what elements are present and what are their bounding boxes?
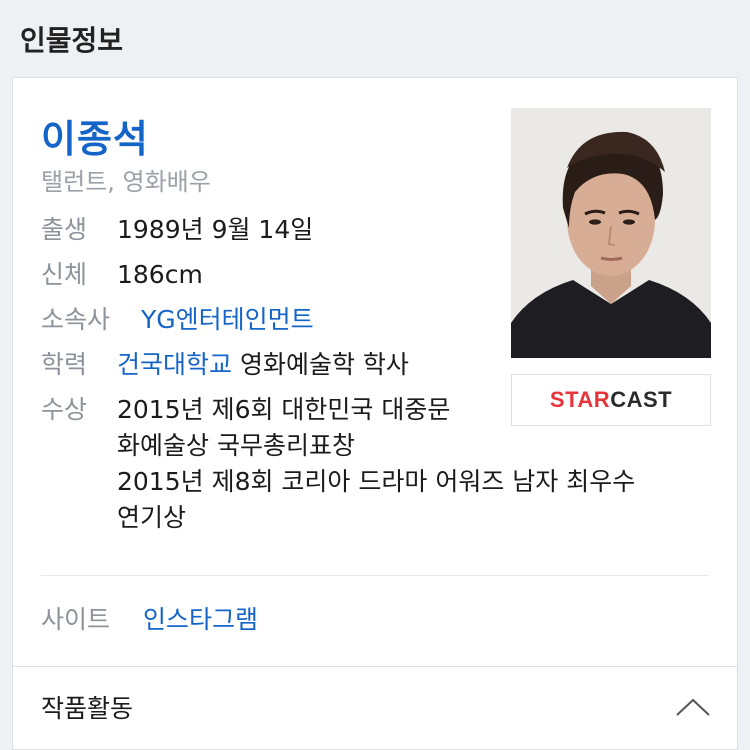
profile-photo-image [511,108,711,358]
award-line: 화예술상 국무총리표창 [117,431,355,460]
agency-link[interactable]: YG엔터테인먼트 [141,302,314,338]
awards-label: 수상 [41,395,88,424]
starcast-link[interactable]: STAR CAST [511,374,711,426]
education-detail: 영화예술학 학사 [239,350,409,379]
divider [41,575,709,576]
instagram-link[interactable]: 인스타그램 [143,602,258,638]
award-line: 2015년 제8회 코리아 드라마 어워즈 남자 최우수 [117,467,636,496]
person-occupation: 탤런트, 영화배우 [41,168,211,196]
body-row: 신체 186cm [41,257,203,293]
award-line: 연기상 [117,503,187,532]
site-row: 사이트 인스타그램 [41,602,258,638]
education-row: 학력 건국대학교 영화예술학 학사 [41,347,409,383]
birth-row: 출생 1989년 9월 14일 [41,212,313,248]
school-link[interactable]: 건국대학교 [117,350,232,379]
birth-value: 1989년 9월 14일 [117,215,314,244]
agency-row: 소속사 YG엔터테인먼트 [41,302,314,338]
chevron-up-icon[interactable] [675,697,711,717]
birth-label: 출생 [41,215,88,244]
starcast-logo-cast: CAST [610,387,673,412]
person-info-card: 이종석 탤런트, 영화배우 출생 1989년 9월 14일 신체 186cm 소… [12,77,738,750]
works-section-toggle[interactable]: 작품활동 [13,666,737,749]
works-title: 작품활동 [41,694,134,723]
person-name[interactable]: 이종석 [41,108,149,163]
profile-photo[interactable] [511,108,711,358]
site-label: 사이트 [41,605,111,634]
section-title: 인물정보 [20,24,124,57]
body-value: 186cm [117,260,203,289]
education-label: 학력 [41,350,88,379]
education-value: 건국대학교 영화예술학 학사 [117,347,409,383]
starcast-logo-star: STAR [549,387,611,412]
body-label: 신체 [41,260,88,289]
agency-label: 소속사 [41,305,111,334]
